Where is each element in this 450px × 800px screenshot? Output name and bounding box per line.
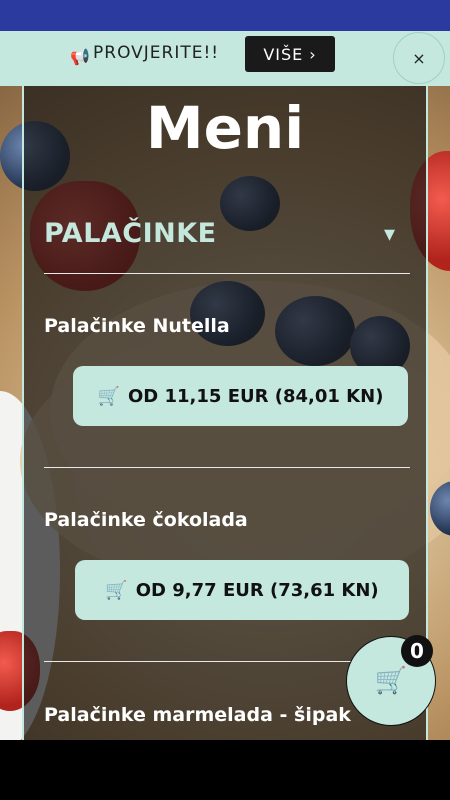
more-button[interactable]: VIŠE › xyxy=(245,36,335,72)
arrow-right-icon: › xyxy=(309,44,317,64)
chevron-down-icon[interactable]: ▾ xyxy=(384,222,395,247)
close-icon: × xyxy=(412,48,426,68)
promo-banner: 📢 PROVJERITE!! VIŠE › × xyxy=(0,31,450,86)
navigation-bar xyxy=(0,740,450,800)
more-button-label: VIŠE xyxy=(263,44,304,64)
page-title: Meni xyxy=(145,94,305,162)
cart-icon: 🛒 xyxy=(97,385,120,407)
price-button[interactable]: 🛒 OD 11,15 EUR (84,01 KN) xyxy=(73,366,408,426)
status-bar xyxy=(0,0,450,31)
menu-item-name: Palačinke Nutella xyxy=(44,315,230,337)
divider xyxy=(44,273,410,274)
cart-icon: 🛒 xyxy=(105,579,128,601)
price-label: OD 11,15 EUR (84,01 KN) xyxy=(128,385,384,407)
menu-item-name: Palačinke čokolada xyxy=(44,509,248,531)
megaphone-icon: 📢 xyxy=(70,47,90,66)
cart-icon: 🛒 xyxy=(374,666,408,696)
menu-item-name: Palačinke marmelada - šipak xyxy=(44,704,351,726)
category-header[interactable]: PALAČINKE xyxy=(44,218,217,249)
divider xyxy=(44,467,410,468)
promo-text: PROVJERITE!! xyxy=(93,43,220,63)
price-button[interactable]: 🛒 OD 9,77 EUR (73,61 KN) xyxy=(75,560,409,620)
cart-count-badge: 0 xyxy=(401,635,433,667)
close-banner-button[interactable]: × xyxy=(393,32,445,84)
price-label: OD 9,77 EUR (73,61 KN) xyxy=(135,579,379,601)
